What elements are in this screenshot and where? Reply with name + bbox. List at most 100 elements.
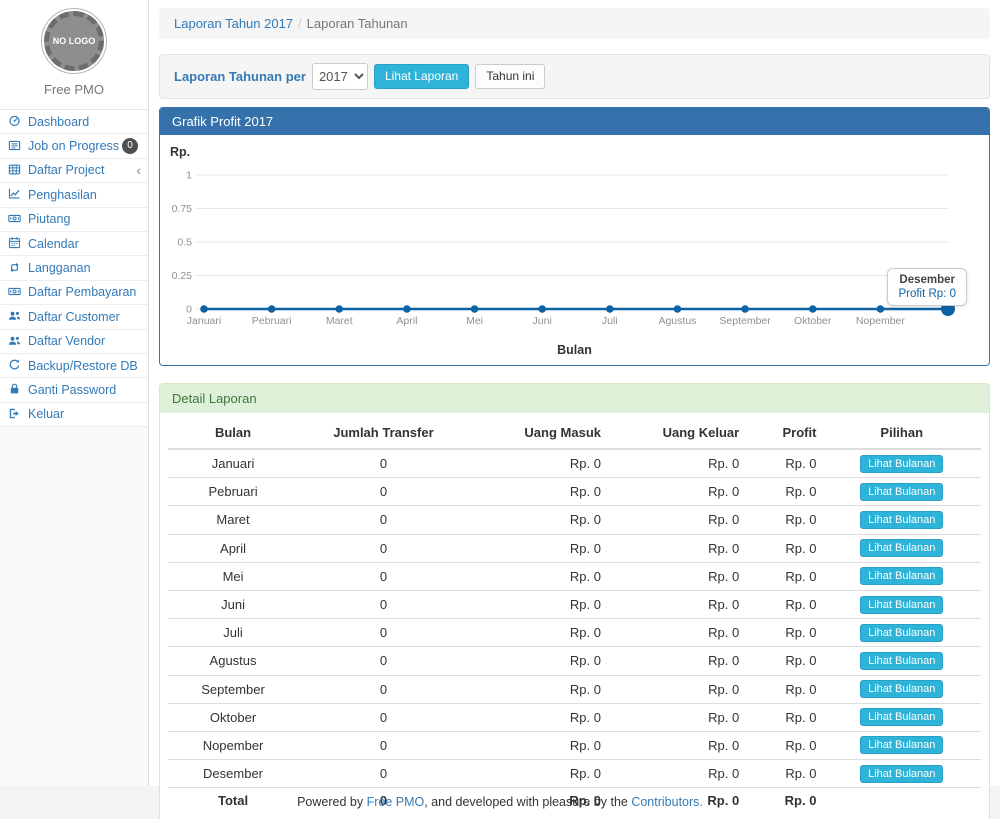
lihat-laporan-button[interactable]: Lihat Laporan	[374, 64, 469, 89]
lihat-bulanan-button[interactable]: Lihat Bulanan	[860, 708, 943, 726]
sidebar-item-label: Job on Progress	[28, 139, 119, 153]
cell-profit: Rp. 0	[745, 449, 822, 478]
footer-link-contributors[interactable]: Contributors.	[631, 795, 703, 809]
cell-pilihan: Lihat Bulanan	[822, 619, 981, 647]
cell-uang-masuk: Rp. 0	[469, 562, 607, 590]
year-select[interactable]: 2017	[312, 63, 368, 90]
cell-jumlah-transfer: 0	[298, 731, 469, 759]
tahun-ini-button[interactable]: Tahun ini	[475, 64, 545, 89]
sign-out-icon	[8, 407, 23, 422]
sidebar-item-label: Langganan	[28, 261, 91, 275]
table-row: Nopember0Rp. 0Rp. 0Rp. 0Lihat Bulanan	[168, 731, 981, 759]
svg-text:0.25: 0.25	[172, 270, 193, 282]
table-header-row: Bulan Jumlah Transfer Uang Masuk Uang Ke…	[168, 417, 981, 449]
svg-text:Oktober: Oktober	[794, 315, 832, 327]
col-jumlah-transfer: Jumlah Transfer	[298, 417, 469, 449]
sidebar-item-job-on-progress[interactable]: Job on Progress0	[0, 134, 148, 158]
col-bulan: Bulan	[168, 417, 298, 449]
svg-text:Maret: Maret	[326, 315, 353, 327]
sidebar-item-calendar[interactable]: Calendar	[0, 232, 148, 256]
sidebar-item-daftar-project[interactable]: Daftar Project‹	[0, 159, 148, 183]
table-row: Desember0Rp. 0Rp. 0Rp. 0Lihat Bulanan	[168, 760, 981, 788]
sidebar-item-daftar-pembayaran[interactable]: Daftar Pembayaran	[0, 281, 148, 305]
cell-jumlah-transfer: 0	[298, 590, 469, 618]
lihat-bulanan-button[interactable]: Lihat Bulanan	[860, 736, 943, 754]
cell-uang-keluar: Rp. 0	[607, 703, 745, 731]
lihat-bulanan-button[interactable]: Lihat Bulanan	[860, 680, 943, 698]
svg-text:Mei: Mei	[466, 315, 483, 327]
chart-y-unit-label: Rp.	[170, 145, 979, 159]
sidebar-item-label: Piutang	[28, 212, 70, 226]
footer-link-free-pmo[interactable]: Free PMO	[367, 795, 425, 809]
lihat-bulanan-button[interactable]: Lihat Bulanan	[860, 567, 943, 585]
sidebar-item-label: Ganti Password	[28, 383, 116, 397]
table-row: April0Rp. 0Rp. 0Rp. 0Lihat Bulanan	[168, 534, 981, 562]
footer-text-middle: , and developed with pleasure by the	[424, 795, 631, 809]
sidebar-item-langganan[interactable]: Langganan	[0, 256, 148, 280]
lihat-bulanan-button[interactable]: Lihat Bulanan	[860, 539, 943, 557]
cell-pilihan: Lihat Bulanan	[822, 478, 981, 506]
lihat-bulanan-button[interactable]: Lihat Bulanan	[860, 624, 943, 642]
svg-text:0.5: 0.5	[177, 237, 192, 249]
sidebar-item-keluar[interactable]: Keluar	[0, 403, 148, 427]
cell-jumlah-transfer: 0	[298, 478, 469, 506]
cell-profit: Rp. 0	[745, 478, 822, 506]
sidebar-item-penghasilan[interactable]: Penghasilan	[0, 183, 148, 207]
breadcrumb-link-laporan-tahun[interactable]: Laporan Tahun 2017	[174, 16, 293, 31]
col-uang-keluar: Uang Keluar	[607, 417, 745, 449]
sidebar-item-backup-restore-db[interactable]: Backup/Restore DB	[0, 354, 148, 378]
sidebar-item-dashboard[interactable]: Dashboard	[0, 110, 148, 134]
cell-uang-masuk: Rp. 0	[469, 619, 607, 647]
lihat-bulanan-button[interactable]: Lihat Bulanan	[860, 455, 943, 473]
cell-uang-masuk: Rp. 0	[469, 731, 607, 759]
main-content: Laporan Tahun 2017/Laporan Tahunan Lapor…	[149, 0, 1000, 786]
cell-uang-keluar: Rp. 0	[607, 478, 745, 506]
sidebar-item-daftar-vendor[interactable]: Daftar Vendor	[0, 330, 148, 354]
cell-bulan: Mei	[168, 562, 298, 590]
sidebar-item-label: Daftar Pembayaran	[28, 285, 136, 299]
cell-profit: Rp. 0	[745, 760, 822, 788]
col-profit: Profit	[745, 417, 822, 449]
report-table-body: Januari0Rp. 0Rp. 0Rp. 0Lihat BulananPebr…	[168, 449, 981, 812]
cell-uang-keluar: Rp. 0	[607, 619, 745, 647]
lihat-bulanan-button[interactable]: Lihat Bulanan	[860, 765, 943, 783]
cell-uang-masuk: Rp. 0	[469, 675, 607, 703]
cell-bulan: Maret	[168, 506, 298, 534]
cell-uang-keluar: Rp. 0	[607, 506, 745, 534]
sidebar-item-ganti-password[interactable]: Ganti Password	[0, 378, 148, 402]
cell-pilihan: Lihat Bulanan	[822, 506, 981, 534]
lihat-bulanan-button[interactable]: Lihat Bulanan	[860, 483, 943, 501]
cell-pilihan: Lihat Bulanan	[822, 449, 981, 478]
line-chart-icon	[8, 187, 23, 202]
sidebar-item-piutang[interactable]: Piutang	[0, 208, 148, 232]
cell-uang-keluar: Rp. 0	[607, 647, 745, 675]
chart-panel-title: Grafik Profit 2017	[160, 108, 989, 135]
profit-chart-svg[interactable]: 00.250.50.751JanuariPebruariMaretAprilMe…	[170, 163, 979, 341]
app-name: Free PMO	[0, 82, 148, 97]
lihat-bulanan-button[interactable]: Lihat Bulanan	[860, 652, 943, 670]
chart-tooltip: Desember Profit Rp: 0	[887, 268, 967, 306]
cell-pilihan: Lihat Bulanan	[822, 647, 981, 675]
year-filter-bar: Laporan Tahunan per 2017 Lihat Laporan T…	[159, 54, 990, 99]
detail-panel-body: Bulan Jumlah Transfer Uang Masuk Uang Ke…	[160, 413, 989, 819]
sidebar-item-label: Backup/Restore DB	[28, 359, 138, 373]
cell-uang-masuk: Rp. 0	[469, 534, 607, 562]
cell-profit: Rp. 0	[745, 619, 822, 647]
retweet-icon	[8, 261, 23, 276]
lihat-bulanan-button[interactable]: Lihat Bulanan	[860, 511, 943, 529]
svg-text:Juni: Juni	[533, 315, 552, 327]
breadcrumb-separator: /	[293, 16, 307, 31]
no-logo-badge: NO LOGO	[44, 11, 104, 71]
cell-profit: Rp. 0	[745, 675, 822, 703]
cell-jumlah-transfer: 0	[298, 760, 469, 788]
cell-jumlah-transfer: 0	[298, 619, 469, 647]
footer-text-prefix: Powered by	[297, 795, 366, 809]
breadcrumb-current: Laporan Tahunan	[307, 16, 408, 31]
logo-text: NO LOGO	[53, 36, 96, 46]
breadcrumb: Laporan Tahun 2017/Laporan Tahunan	[159, 8, 990, 39]
cell-uang-masuk: Rp. 0	[469, 478, 607, 506]
logo-ring: NO LOGO	[41, 8, 107, 74]
sidebar-item-daftar-customer[interactable]: Daftar Customer	[0, 305, 148, 329]
cell-bulan: Januari	[168, 449, 298, 478]
lihat-bulanan-button[interactable]: Lihat Bulanan	[860, 596, 943, 614]
